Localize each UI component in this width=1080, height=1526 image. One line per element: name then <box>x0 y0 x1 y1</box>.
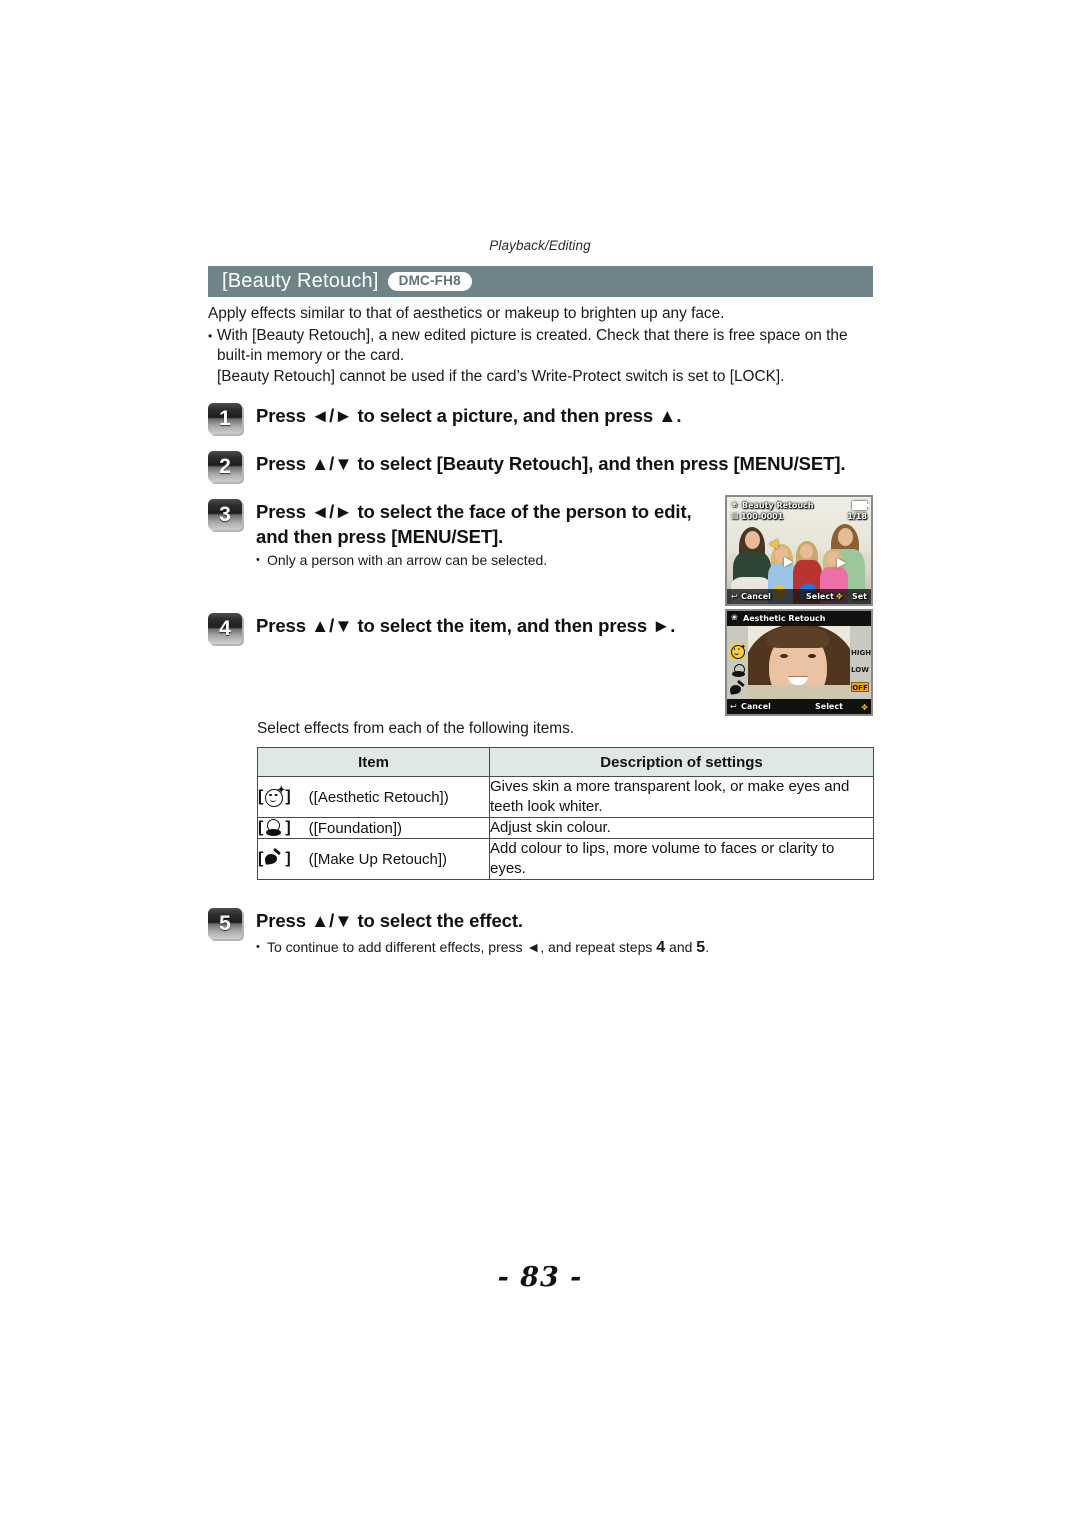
option-high[interactable]: HIGH <box>851 648 871 658</box>
cam2-title: Aesthetic Retouch <box>743 614 826 623</box>
step-5-ref-num-a: 4 <box>656 939 666 956</box>
cam1-set-label[interactable]: Set <box>852 592 867 601</box>
step-2-text: Press ▲/▼ to select [Beauty Retouch], an… <box>256 453 846 474</box>
option-off[interactable]: OFF <box>851 682 869 692</box>
bracket-open: [ <box>258 850 264 867</box>
dpad-icon: ✥ <box>861 703 868 712</box>
table-header-description: Description of settings <box>489 747 874 777</box>
arrow-indicator-1 <box>784 557 793 567</box>
bracket-open: [ <box>258 788 264 805</box>
step-1-badge: 1 <box>208 403 242 434</box>
table-cell-item: [] ([Make Up Retouch]) <box>257 838 490 880</box>
aesthetic-retouch-icon[interactable]: ✦ <box>730 644 746 660</box>
step-5-text: Press ▲/▼ to select the effect. <box>256 910 523 931</box>
select-effects-line: Select effects from each of the followin… <box>257 720 575 737</box>
beauty-retouch-mode-icon: ❀ <box>731 500 738 509</box>
battery-icon <box>852 501 869 510</box>
table-cell-description: Gives skin a more transparent look, or m… <box>489 776 874 818</box>
folder-icon: ▤ <box>731 511 739 520</box>
bracket-close: ] <box>285 788 291 805</box>
step-5-note-text-b: and <box>665 939 697 955</box>
table-item-label: ([Foundation]) <box>308 819 403 837</box>
step-3-note-text: Only a person with an arrow can be selec… <box>267 552 548 568</box>
intro-bullet-text: With [Beauty Retouch], a new edited pict… <box>217 326 880 388</box>
step-5-note-text: To continue to add different effects, pr… <box>267 938 709 957</box>
bullet-dot-icon: • <box>208 328 213 343</box>
cam2-cancel-label[interactable]: Cancel <box>741 702 771 711</box>
table-item-label: ([Make Up Retouch]) <box>308 850 448 868</box>
table-cell-item: [] ([Foundation]) <box>257 817 490 839</box>
note-bullet-icon: • <box>256 941 260 953</box>
step-5-note-text-a: To continue to add different effects, pr… <box>267 939 657 955</box>
step-2-badge: 2 <box>208 451 242 482</box>
foundation-icon[interactable] <box>730 663 746 679</box>
arrow-indicator-2 <box>837 558 846 568</box>
bracket-close: ] <box>285 819 291 836</box>
table-row: [✦] ([Aesthetic Retouch]) Gives skin a mo… <box>257 776 874 818</box>
note-bullet-icon: • <box>256 554 260 566</box>
table-row: [] ([Make Up Retouch]) Add colour to lips… <box>257 838 874 880</box>
dpad-icon: ✥ <box>836 592 843 601</box>
return-icon: ↩ <box>730 702 737 711</box>
intro-bullet-line-2: [Beauty Retouch] cannot be used if the c… <box>217 367 785 385</box>
return-icon: ↩ <box>731 592 738 601</box>
page-title: [Beauty Retouch] <box>222 270 379 292</box>
step-2: 2 Press ▲/▼ to select [Beauty Retouch], … <box>208 451 888 482</box>
step-4: 4 Press ▲/▼ to select the item, and then… <box>208 613 708 644</box>
step-4-text: Press ▲/▼ to select the item, and then p… <box>256 615 676 636</box>
aesthetic-retouch-level-screen: ❀ Aesthetic Retouch ✦ HIGH LOW OFF ↩ Can… <box>725 609 873 716</box>
intro-bullet-line-1: With [Beauty Retouch], a new edited pict… <box>217 326 848 365</box>
cam1-counter: 1/18 <box>847 512 867 521</box>
table-cell-description: Adjust skin colour. <box>489 817 874 839</box>
running-head: Playback/Editing <box>489 238 591 253</box>
cam1-select-label[interactable]: Select <box>806 592 834 601</box>
bracket-close: ] <box>285 850 291 867</box>
bracket-open: [ <box>258 819 264 836</box>
foundation-icon <box>264 818 284 838</box>
table-item-label: ([Aesthetic Retouch]) <box>308 788 449 806</box>
cam1-file-number: 100-0001 <box>741 512 784 521</box>
step-5-badge: 5 <box>208 908 242 939</box>
table-cell-description: Add colour to lips, more volume to faces… <box>489 838 874 880</box>
intro-bullet: • With [Beauty Retouch], a new edited pi… <box>208 326 880 388</box>
step-1: 1 Press ◄/► to select a picture, and the… <box>208 403 868 434</box>
beauty-retouch-face-select-screen: ❀ Beauty Retouch ▤ 100-0001 1/18 ↩ Cance… <box>725 495 873 606</box>
model-badge: DMC-FH8 <box>387 271 472 292</box>
step-3-badge: 3 <box>208 499 242 530</box>
make-up-retouch-icon <box>264 849 284 869</box>
make-up-retouch-icon[interactable] <box>729 679 746 698</box>
step-3-note: • Only a person with an arrow can be sel… <box>256 551 696 570</box>
step-5-note: • To continue to add different effects, … <box>256 938 876 957</box>
beauty-retouch-mode-icon: ❀ <box>731 613 738 622</box>
face-preview-thumbnail <box>748 626 850 699</box>
cam1-cancel-label[interactable]: Cancel <box>741 592 771 601</box>
page-number: - 83 - <box>497 1262 583 1293</box>
settings-table: Item Description of settings [✦] ([Aesthe… <box>257 747 874 880</box>
step-1-text: Press ◄/► to select a picture, and then … <box>256 405 682 426</box>
intro-line-1: Apply effects similar to that of aesthet… <box>208 305 725 322</box>
cam2-select-label[interactable]: Select <box>815 702 843 711</box>
table-header-item: Item <box>257 747 490 777</box>
section-header-bar: [Beauty Retouch] DMC-FH8 <box>208 266 873 297</box>
aesthetic-retouch-icon: ✦ <box>264 786 285 807</box>
cam1-title: Beauty Retouch <box>742 501 814 510</box>
step-5-ref-num-b: 5 <box>696 939 706 956</box>
table-header-row: Item Description of settings <box>257 747 874 777</box>
table-row: [] ([Foundation]) Adjust skin colour. <box>257 817 874 839</box>
step-3: 3 Press ◄/► to select the face of the pe… <box>208 499 708 549</box>
step-5-note-text-c: . <box>705 939 710 955</box>
intro-block: Apply effects similar to that of aesthet… <box>208 304 880 387</box>
option-low[interactable]: LOW <box>851 665 869 675</box>
step-4-badge: 4 <box>208 613 242 644</box>
table-cell-item: [✦] ([Aesthetic Retouch]) <box>257 776 490 818</box>
step-5: 5 Press ▲/▼ to select the effect. <box>208 908 708 939</box>
arrow-indicator-yellow <box>769 539 778 549</box>
step-3-text: Press ◄/► to select the face of the pers… <box>256 501 692 547</box>
